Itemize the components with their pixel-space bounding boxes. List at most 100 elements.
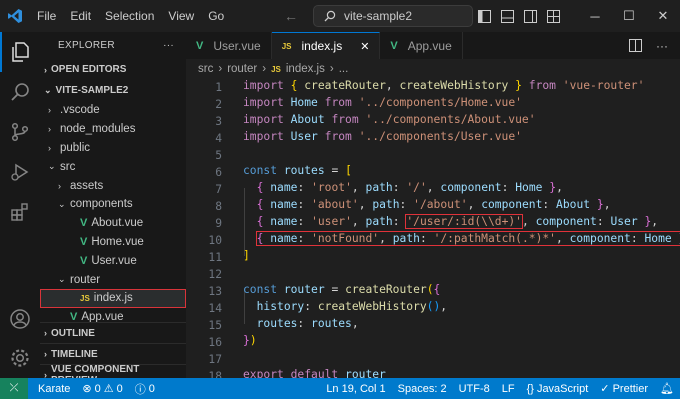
run-debug-icon[interactable] xyxy=(0,152,40,192)
language-label: JavaScript xyxy=(536,382,589,395)
breadcrumb-separator: › xyxy=(262,63,267,75)
tree-item[interactable]: JS index.js xyxy=(40,288,186,308)
tree-item-label: .vscode xyxy=(60,104,100,117)
search-icon[interactable] xyxy=(0,72,40,112)
source-control-icon[interactable] xyxy=(0,112,40,152)
line-number: 18 xyxy=(208,370,222,378)
open-editors-label: OPEN EDITORS xyxy=(51,64,127,75)
prettier-status[interactable]: ✓ Prettier xyxy=(594,382,654,395)
activity-bar xyxy=(0,32,40,378)
line-number: 3 xyxy=(215,115,222,128)
breadcrumb: src › router › JS index.js › ... xyxy=(186,59,680,79)
tree-item-label: User.vue xyxy=(91,254,137,267)
account-icon[interactable] xyxy=(0,299,40,339)
problems-status[interactable]: ⊗ 0 ⚠ 0 xyxy=(76,382,128,396)
close-tab-icon[interactable]: ✕ xyxy=(360,40,369,53)
line-number: 7 xyxy=(215,183,222,196)
project-label: VITE-SAMPLE2 xyxy=(55,85,129,96)
chevron-down-icon: ⌄ xyxy=(48,161,56,172)
remote-indicator[interactable]: ⤫ xyxy=(0,378,28,399)
code-line-11: ] xyxy=(243,249,250,262)
menu-go[interactable]: Go xyxy=(201,0,231,32)
back-arrow-icon[interactable]: ← xyxy=(284,8,298,24)
outline-section[interactable]: › OUTLINE xyxy=(40,322,186,343)
language-mode[interactable]: {} JavaScript xyxy=(521,383,595,395)
menu-view[interactable]: View xyxy=(161,0,201,32)
menu-edit[interactable]: Edit xyxy=(63,0,98,32)
line-number: 11 xyxy=(208,251,222,264)
tab-index-js[interactable]: JS index.js ✕ xyxy=(271,32,381,59)
tree-item[interactable]: ⌄ router xyxy=(40,270,186,289)
line-number: 14 xyxy=(208,302,222,315)
customize-layout-icon[interactable] xyxy=(547,9,560,23)
encoding[interactable]: UTF-8 xyxy=(453,383,496,395)
toggle-sidebar-icon[interactable] xyxy=(478,9,491,23)
line-number: 13 xyxy=(208,285,222,298)
settings-gear-icon[interactable] xyxy=(0,338,40,378)
close-window-button[interactable]: ✕ xyxy=(646,8,680,24)
vue-file-icon: V xyxy=(196,39,204,52)
tree-item[interactable]: › public xyxy=(40,139,186,158)
code-line-16: }) xyxy=(243,334,257,347)
breadcrumb-router[interactable]: router xyxy=(227,63,257,75)
line-ending[interactable]: LF xyxy=(496,383,521,395)
menu-file[interactable]: File xyxy=(30,0,63,32)
title-bar-controls: ─ ☐ ✕ xyxy=(478,0,680,32)
tree-item-label: components xyxy=(70,198,133,211)
tree-item[interactable]: › assets xyxy=(40,176,186,195)
open-editors-section[interactable]: › OPEN EDITORS xyxy=(40,59,186,80)
info-count: 0 xyxy=(148,382,155,395)
chevron-right-icon: › xyxy=(44,328,47,338)
tree-item[interactable]: ⌄ components xyxy=(40,195,186,214)
timeline-label: TIMELINE xyxy=(51,348,98,360)
breadcrumb-more[interactable]: ... xyxy=(339,63,349,75)
info-status[interactable]: ⓘ 0 xyxy=(129,381,161,397)
code-text: import { createRouter, createWebHistory … xyxy=(243,79,680,378)
tab-user-vue[interactable]: V User.vue xyxy=(186,32,272,59)
explorer-header: EXPLORER ··· xyxy=(40,32,186,59)
tree-item-label: src xyxy=(60,160,76,173)
karate-status[interactable]: Karate xyxy=(32,383,76,395)
explorer-more-icon[interactable]: ··· xyxy=(163,40,174,51)
code-line-1: import { createRouter, createWebHistory … xyxy=(243,79,645,92)
more-actions-icon[interactable]: ··· xyxy=(656,39,668,53)
menu-selection[interactable]: Selection xyxy=(98,0,161,32)
code-line-4: import User from '../components/User.vue… xyxy=(243,130,522,143)
chevron-down-icon: ⌄ xyxy=(58,274,66,285)
tree-item[interactable]: V User.vue xyxy=(40,251,186,270)
line-number: 4 xyxy=(215,132,222,145)
breadcrumb-file[interactable]: index.js xyxy=(286,63,325,75)
split-editor-icon[interactable] xyxy=(629,39,642,52)
layout-controls xyxy=(478,9,560,23)
chevron-right-icon: › xyxy=(48,124,51,135)
tab-label: App.vue xyxy=(407,38,452,53)
cursor-position[interactable]: Ln 19, Col 1 xyxy=(320,383,391,395)
notifications-bell-icon[interactable]: 🔔︎ xyxy=(654,382,680,395)
warning-icon: ⚠ xyxy=(103,383,114,395)
tree-item[interactable]: ⌄ src xyxy=(40,157,186,176)
project-section[interactable]: ⌄ VITE-SAMPLE2 xyxy=(40,80,186,101)
minimize-button[interactable]: ─ xyxy=(578,9,612,24)
chevron-down-icon: ⌄ xyxy=(44,85,52,95)
tree-item[interactable]: › .vscode xyxy=(40,101,186,120)
toggle-secondary-sidebar-icon[interactable] xyxy=(524,9,537,23)
toggle-panel-icon[interactable] xyxy=(501,9,514,23)
tab-app-vue[interactable]: V App.vue xyxy=(380,32,463,59)
line-number: 15 xyxy=(208,319,222,332)
breadcrumb-src[interactable]: src xyxy=(198,63,213,75)
command-center-search[interactable]: vite-sample2 xyxy=(313,5,473,27)
error-icon: ⊗ xyxy=(82,383,92,395)
indentation[interactable]: Spaces: 2 xyxy=(392,383,453,395)
maximize-button[interactable]: ☐ xyxy=(612,8,646,24)
chevron-right-icon: › xyxy=(58,180,61,191)
explorer-icon[interactable] xyxy=(0,32,40,72)
extensions-icon[interactable] xyxy=(0,192,40,232)
line-number: 9 xyxy=(215,217,222,230)
tree-item[interactable]: › node_modules xyxy=(40,120,186,139)
tree-item[interactable]: V About.vue xyxy=(40,214,186,233)
code-editor[interactable]: 12345678910111213141516171819 import { c… xyxy=(186,79,680,378)
tree-item[interactable]: V Home.vue xyxy=(40,233,186,252)
error-count: 0 xyxy=(94,382,101,395)
vue-preview-section[interactable]: › VUE COMPONENT PREVIEW xyxy=(40,364,186,378)
timeline-section[interactable]: › TIMELINE xyxy=(40,343,186,364)
